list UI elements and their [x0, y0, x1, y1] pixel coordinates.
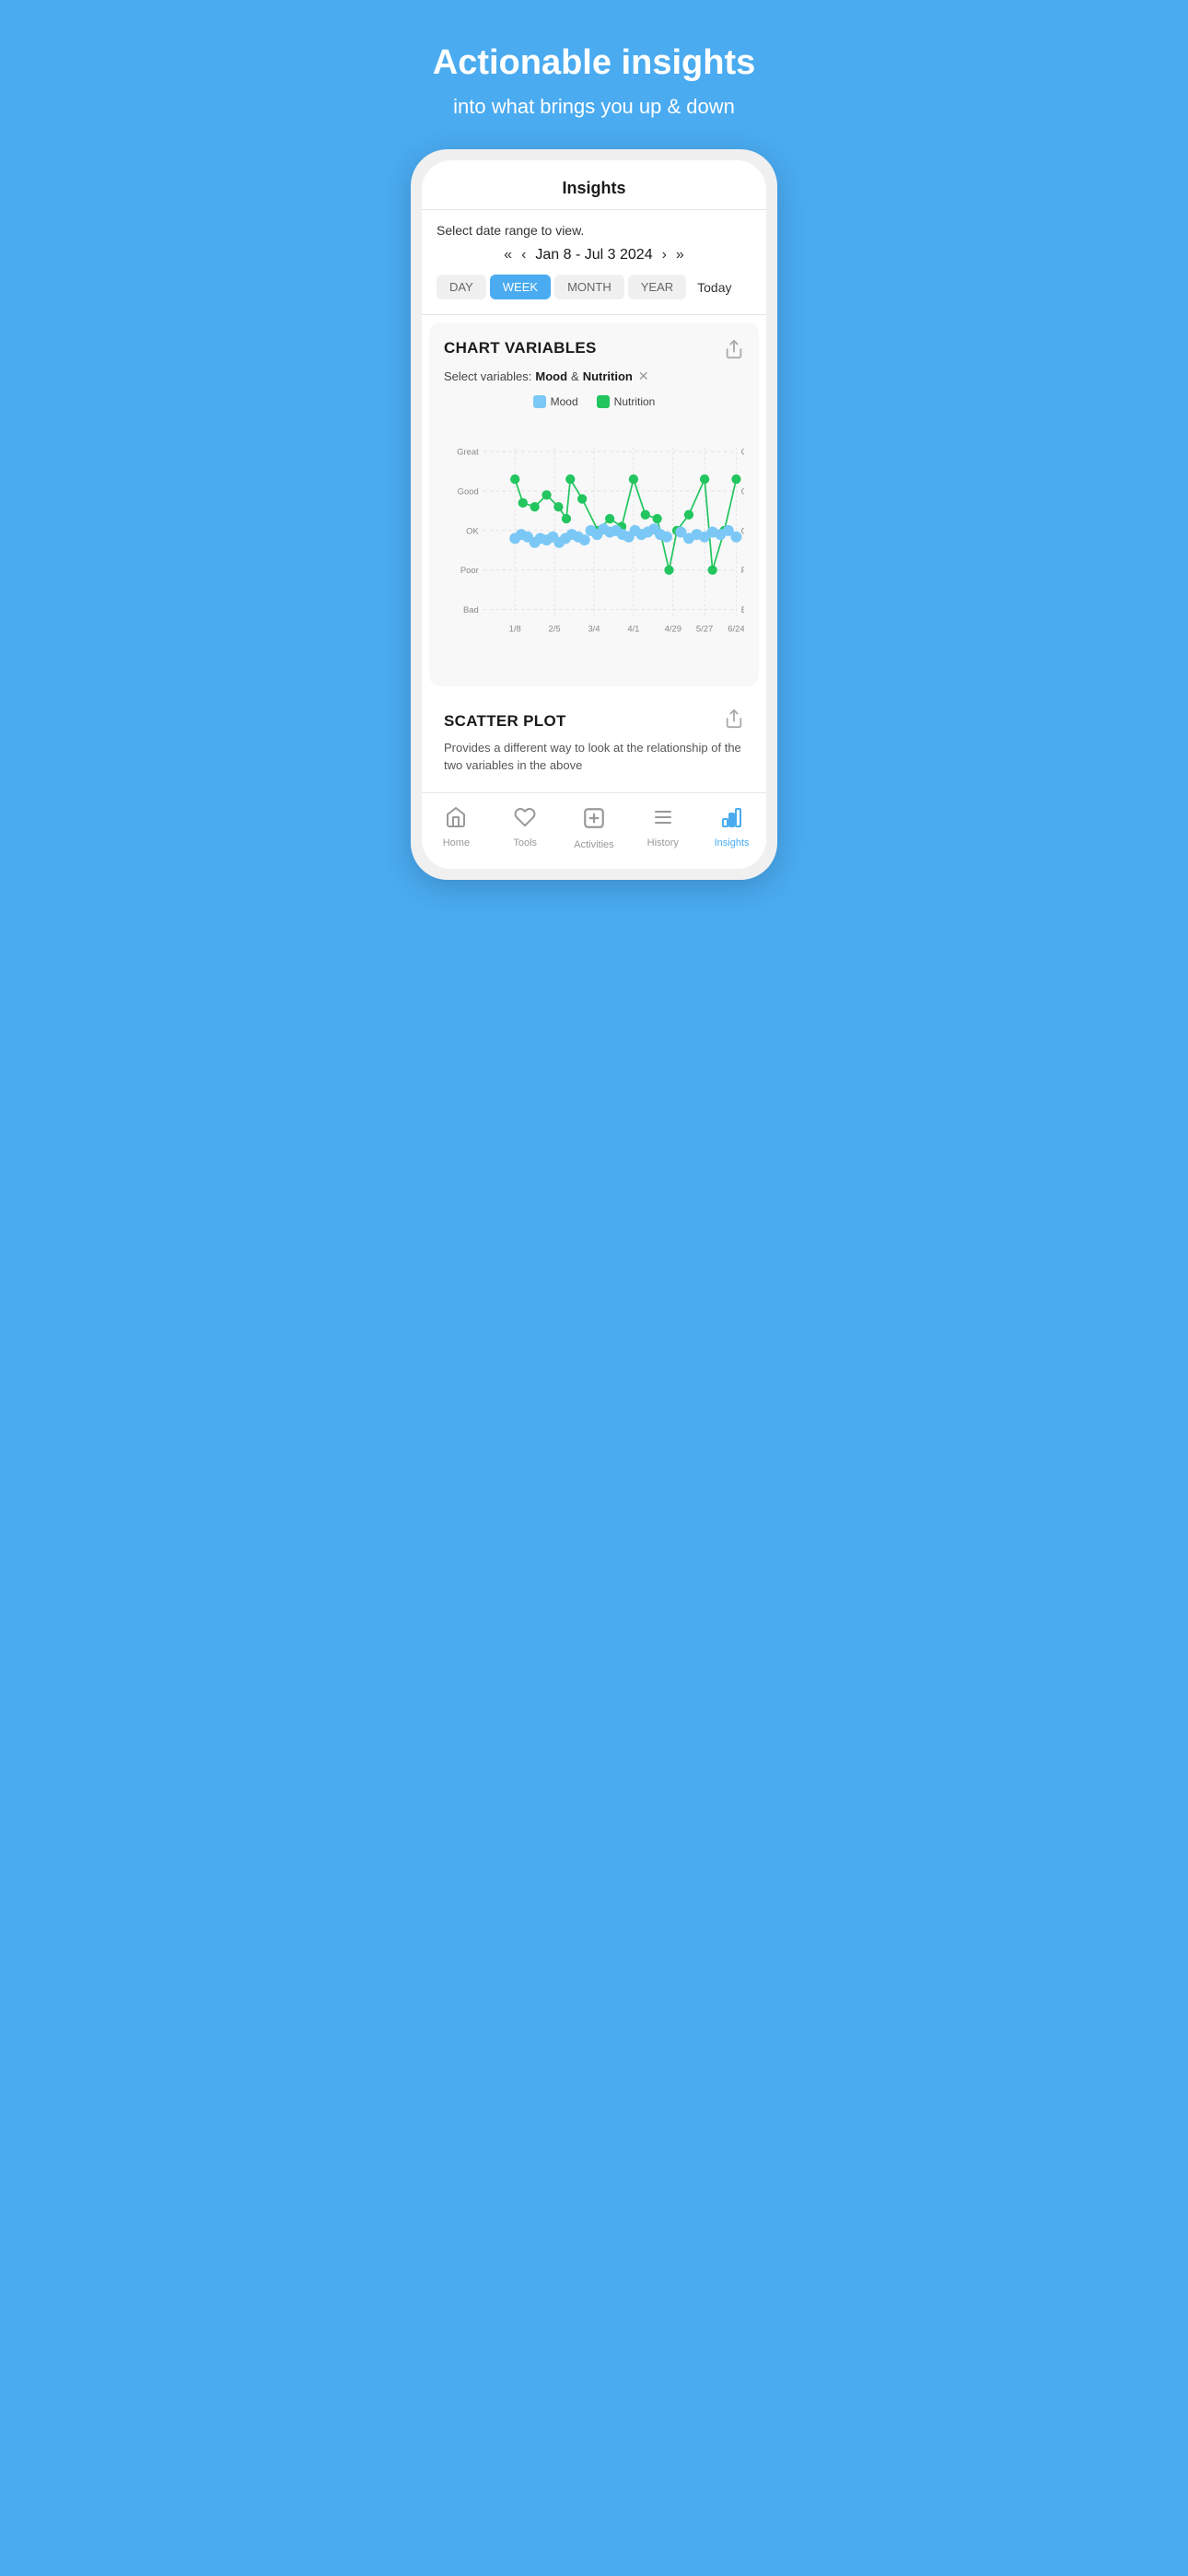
prev-prev-button[interactable]: «: [504, 247, 512, 263]
tab-day[interactable]: DAY: [437, 275, 486, 299]
date-section: Select date range to view. « ‹ Jan 8 - J…: [422, 210, 766, 315]
history-label: History: [647, 837, 679, 849]
tab-week[interactable]: WEEK: [490, 275, 551, 299]
nav-item-home[interactable]: Home: [422, 802, 491, 854]
next-button[interactable]: ›: [662, 247, 667, 263]
select-variables-label: Select variables:: [444, 369, 531, 383]
insights-label: Insights: [715, 837, 750, 849]
next-next-button[interactable]: »: [676, 247, 684, 263]
hero-subtitle: into what brings you up & down: [418, 94, 770, 121]
page-title: Insights: [437, 179, 751, 198]
tab-month[interactable]: MONTH: [554, 275, 624, 299]
close-variable-button[interactable]: ✕: [638, 369, 649, 384]
insights-icon: [721, 806, 743, 834]
phone-screen: Insights Select date range to view. « ‹ …: [422, 160, 766, 868]
phone-mockup: Insights Select date range to view. « ‹ …: [411, 149, 777, 879]
svg-text:Great: Great: [741, 447, 744, 457]
svg-text:Good: Good: [458, 486, 479, 497]
chart-header: CHART VARIABLES: [444, 339, 744, 365]
svg-text:Poor: Poor: [741, 566, 744, 576]
nav-item-activities[interactable]: Activities: [560, 802, 629, 854]
date-range-text: Jan 8 - Jul 3 2024: [535, 247, 652, 263]
nav-item-tools[interactable]: Tools: [491, 802, 560, 854]
hero-section: Actionable insights into what brings you…: [396, 0, 792, 149]
nav-item-insights[interactable]: Insights: [697, 802, 766, 854]
variable-mood[interactable]: Mood: [535, 369, 567, 383]
scatter-plot-description: Provides a different way to look at the …: [444, 740, 744, 773]
scatter-plot-section: SCATTER PLOT Provides a different way to…: [429, 694, 759, 784]
svg-text:Bad: Bad: [741, 604, 744, 615]
svg-text:2/5: 2/5: [549, 624, 561, 634]
variable-nutrition[interactable]: Nutrition: [583, 369, 633, 383]
tools-label: Tools: [513, 837, 537, 849]
svg-text:Bad: Bad: [463, 604, 479, 615]
home-icon: [445, 806, 467, 834]
chart-area: Great Good OK Poor Bad Great Good OK Poo…: [444, 417, 744, 675]
svg-text:1/8: 1/8: [509, 624, 521, 634]
mood-legend-label: Mood: [551, 395, 578, 408]
svg-text:4/1: 4/1: [627, 624, 639, 634]
svg-text:Great: Great: [457, 447, 479, 457]
chart-variables-section: CHART VARIABLES Select variables: Mood &…: [429, 322, 759, 686]
svg-text:6/24: 6/24: [728, 624, 744, 634]
tab-year[interactable]: YEAR: [628, 275, 686, 299]
svg-text:5/27: 5/27: [696, 624, 713, 634]
hero-title: Actionable insights: [418, 44, 770, 83]
scatter-plot-header: SCATTER PLOT: [444, 708, 744, 734]
share-icon[interactable]: [724, 339, 744, 365]
home-label: Home: [443, 837, 470, 849]
activities-icon: [582, 806, 606, 836]
nutrition-legend-label: Nutrition: [614, 395, 656, 408]
prev-button[interactable]: ‹: [521, 247, 526, 263]
history-icon: [652, 806, 674, 834]
mood-legend-color: [533, 395, 546, 408]
chart-legend: Mood Nutrition: [444, 395, 744, 408]
tools-icon: [514, 806, 536, 834]
legend-mood: Mood: [533, 395, 578, 408]
svg-text:OK: OK: [466, 526, 479, 536]
period-tabs: DAY WEEK MONTH YEAR Today: [437, 275, 751, 299]
nav-item-history[interactable]: History: [628, 802, 697, 854]
nutrition-legend-color: [597, 395, 610, 408]
bottom-navigation: Home Tools: [422, 792, 766, 869]
svg-text:4/29: 4/29: [665, 624, 681, 634]
chart-variables-title: CHART VARIABLES: [444, 339, 597, 357]
date-range-label: Select date range to view.: [437, 223, 751, 238]
svg-text:3/4: 3/4: [588, 624, 600, 634]
today-button[interactable]: Today: [697, 280, 731, 295]
legend-nutrition: Nutrition: [597, 395, 656, 408]
page-header: Insights: [422, 160, 766, 210]
chart-variables-row: Select variables: Mood & Nutrition ✕: [444, 369, 744, 384]
svg-text:Poor: Poor: [460, 566, 479, 576]
activities-label: Activities: [574, 839, 613, 850]
date-navigator: « ‹ Jan 8 - Jul 3 2024 › »: [437, 247, 751, 263]
svg-text:Good: Good: [741, 486, 744, 497]
scatter-share-icon[interactable]: [724, 708, 744, 734]
scatter-plot-title: SCATTER PLOT: [444, 712, 566, 731]
svg-text:OK: OK: [741, 526, 744, 536]
chart-svg: Great Good OK Poor Bad Great Good OK Poo…: [444, 417, 744, 675]
